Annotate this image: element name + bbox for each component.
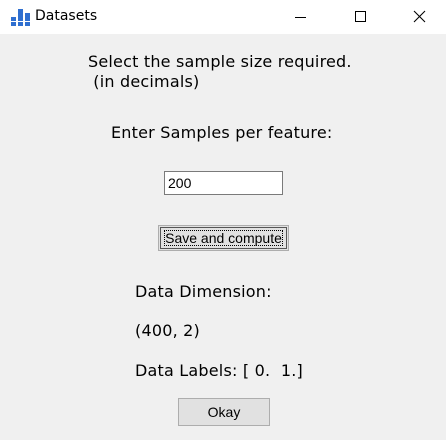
- data-labels-text: Data Labels: [ 0. 1.]: [135, 361, 303, 380]
- maximize-button[interactable]: [337, 0, 383, 34]
- close-icon: [413, 10, 426, 23]
- datasets-window: Datasets Select the sample size required…: [0, 0, 446, 440]
- sample-size-prompt: Select the sample size required.: [88, 52, 352, 71]
- bar-chart-icon: [11, 9, 30, 26]
- window-title: Datasets: [35, 8, 98, 24]
- title-bar[interactable]: Datasets: [0, 0, 446, 34]
- samples-per-feature-input[interactable]: [164, 171, 283, 195]
- save-and-compute-label: Save and compute: [164, 230, 283, 246]
- minimize-icon: [295, 17, 306, 18]
- close-button[interactable]: [397, 0, 443, 34]
- dialog-content: Select the sample size required. (in dec…: [0, 34, 446, 440]
- data-dimension-value: (400, 2): [135, 321, 200, 340]
- decimals-hint: (in decimals): [88, 72, 200, 91]
- data-dimension-label: Data Dimension:: [135, 282, 272, 301]
- maximize-icon: [355, 11, 366, 22]
- okay-button[interactable]: Okay: [178, 398, 270, 426]
- minimize-button[interactable]: [277, 0, 323, 34]
- save-and-compute-button[interactable]: Save and compute: [158, 225, 289, 251]
- samples-per-feature-label: Enter Samples per feature:: [111, 123, 333, 142]
